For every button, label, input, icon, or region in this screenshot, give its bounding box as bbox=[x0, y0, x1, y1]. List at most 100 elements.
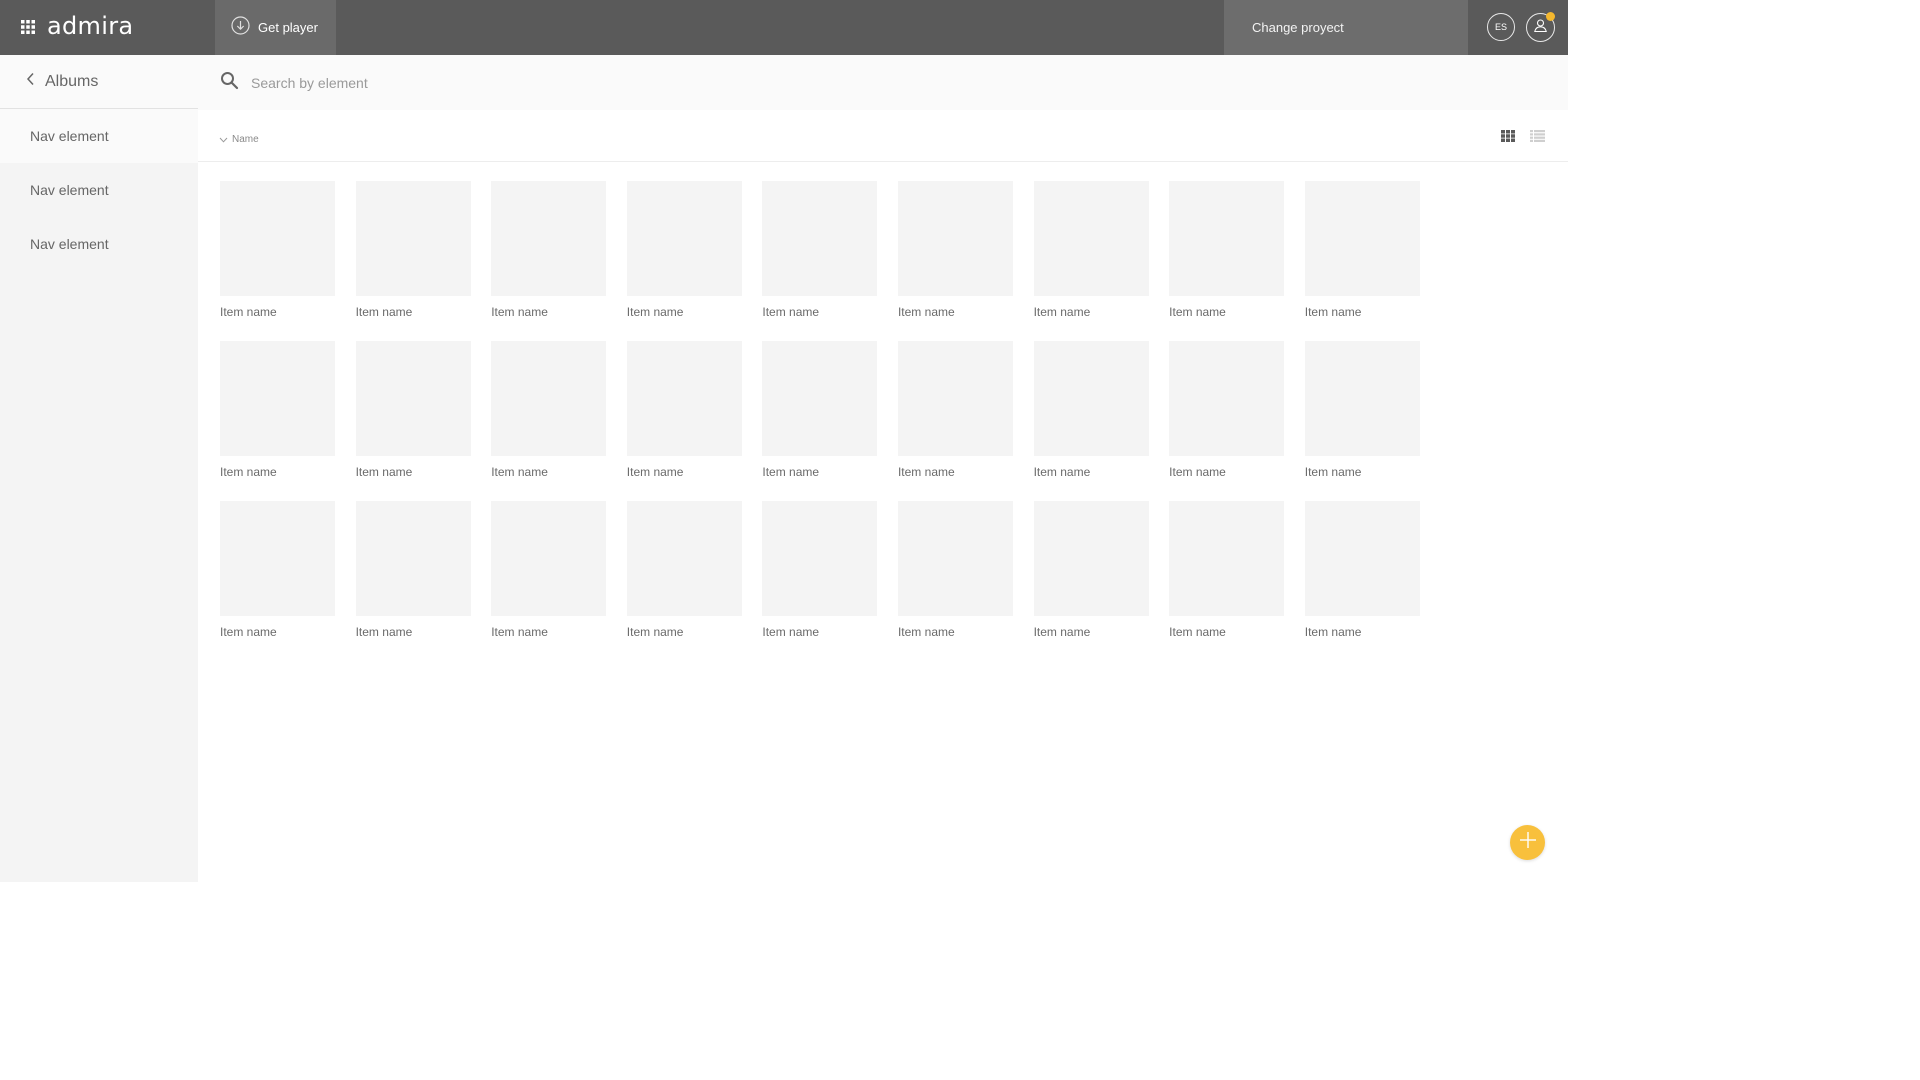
sidebar: Albums Nav element Nav element Nav eleme… bbox=[0, 55, 198, 882]
item-name: Item name bbox=[762, 305, 820, 319]
item-name: Item name bbox=[897, 465, 955, 479]
item-card[interactable]: Item name bbox=[355, 501, 471, 639]
search-input[interactable] bbox=[249, 73, 849, 92]
app-logo[interactable]: admira bbox=[47, 10, 133, 42]
item-card[interactable]: Item name bbox=[626, 181, 742, 319]
item-card[interactable]: Item name bbox=[491, 501, 607, 639]
item-thumbnail[interactable] bbox=[1169, 501, 1285, 616]
item-card[interactable]: Item name bbox=[897, 341, 1013, 479]
item-thumbnail[interactable] bbox=[897, 341, 1013, 456]
item-name: Item name bbox=[1033, 305, 1091, 319]
item-name: Item name bbox=[355, 625, 413, 639]
item-name: Item name bbox=[220, 305, 277, 319]
sort-by-name-button[interactable]: Name bbox=[219, 130, 259, 148]
search-bar bbox=[198, 55, 1568, 110]
item-card[interactable]: Item name bbox=[491, 341, 607, 479]
back-label: Albums bbox=[45, 72, 99, 90]
item-card[interactable]: Item name bbox=[897, 501, 1013, 639]
item-card[interactable]: Item name bbox=[1169, 341, 1285, 479]
item-thumbnail[interactable] bbox=[1033, 501, 1149, 616]
item-name: Item name bbox=[1033, 465, 1091, 479]
item-thumbnail[interactable] bbox=[491, 501, 607, 616]
notification-dot bbox=[1546, 12, 1555, 21]
item-thumbnail[interactable] bbox=[355, 181, 471, 296]
item-card[interactable]: Item name bbox=[1304, 181, 1420, 319]
item-name: Item name bbox=[491, 305, 548, 319]
item-thumbnail[interactable] bbox=[1304, 341, 1420, 456]
item-name: Item name bbox=[1304, 625, 1362, 639]
item-name: Item name bbox=[1169, 625, 1226, 639]
item-name: Item name bbox=[1169, 305, 1226, 319]
item-thumbnail[interactable] bbox=[626, 501, 742, 616]
item-thumbnail[interactable] bbox=[491, 181, 607, 296]
item-name: Item name bbox=[355, 465, 413, 479]
item-card[interactable]: Item name bbox=[762, 341, 878, 479]
item-name: Item name bbox=[897, 625, 955, 639]
item-card[interactable]: Item name bbox=[491, 181, 607, 319]
plus-icon bbox=[1519, 831, 1537, 854]
item-card[interactable]: Item name bbox=[626, 341, 742, 479]
item-name: Item name bbox=[220, 625, 277, 639]
user-icon bbox=[1533, 18, 1548, 38]
item-thumbnail[interactable] bbox=[220, 341, 335, 456]
item-name: Item name bbox=[626, 465, 684, 479]
item-thumbnail[interactable] bbox=[1033, 181, 1149, 296]
list-view-icon[interactable] bbox=[1530, 129, 1545, 142]
chevron-down-icon bbox=[219, 130, 228, 148]
item-card[interactable]: Item name bbox=[355, 341, 471, 479]
item-card[interactable]: Item name bbox=[762, 501, 878, 639]
item-thumbnail[interactable] bbox=[220, 501, 335, 616]
back-to-albums[interactable]: Albums bbox=[0, 55, 198, 109]
item-thumbnail[interactable] bbox=[1304, 501, 1420, 616]
item-name: Item name bbox=[1169, 465, 1226, 479]
language-button[interactable]: ES bbox=[1487, 13, 1515, 41]
item-card[interactable]: Item name bbox=[1169, 181, 1285, 319]
item-thumbnail[interactable] bbox=[762, 181, 878, 296]
item-grid: Item name Item name Item name Item name Item… bbox=[220, 181, 1420, 639]
item-card[interactable]: Item name bbox=[355, 181, 471, 319]
nav-item[interactable]: Nav element bbox=[0, 163, 198, 217]
item-card[interactable]: Item name bbox=[220, 341, 335, 479]
item-card[interactable]: Item name bbox=[1304, 341, 1420, 479]
download-circle-icon bbox=[231, 15, 250, 40]
item-card[interactable]: Item name bbox=[1033, 341, 1149, 479]
item-name: Item name bbox=[1304, 465, 1362, 479]
nav-item[interactable]: Nav element bbox=[0, 217, 198, 271]
get-player-label: Get player bbox=[258, 20, 318, 35]
change-project-button[interactable]: Change proyect bbox=[1224, 0, 1468, 55]
item-thumbnail[interactable] bbox=[220, 181, 335, 296]
item-thumbnail[interactable] bbox=[626, 341, 742, 456]
item-thumbnail[interactable] bbox=[762, 341, 878, 456]
item-card[interactable]: Item name bbox=[1304, 501, 1420, 639]
item-thumbnail[interactable] bbox=[1304, 181, 1420, 296]
apps-grid-icon[interactable] bbox=[20, 19, 36, 35]
item-thumbnail[interactable] bbox=[491, 341, 607, 456]
item-thumbnail[interactable] bbox=[1169, 181, 1285, 296]
item-name: Item name bbox=[897, 305, 955, 319]
item-thumbnail[interactable] bbox=[897, 181, 1013, 296]
item-card[interactable]: Item name bbox=[220, 181, 335, 319]
grid-view-icon[interactable] bbox=[1501, 129, 1515, 142]
item-card[interactable]: Item name bbox=[762, 181, 878, 319]
get-player-button[interactable]: Get player bbox=[215, 0, 336, 55]
item-card[interactable]: Item name bbox=[220, 501, 335, 639]
item-name: Item name bbox=[762, 625, 820, 639]
item-thumbnail[interactable] bbox=[897, 501, 1013, 616]
item-thumbnail[interactable] bbox=[1169, 341, 1285, 456]
chevron-left-icon bbox=[26, 72, 35, 91]
add-button[interactable] bbox=[1510, 825, 1545, 860]
item-thumbnail[interactable] bbox=[355, 341, 471, 456]
item-name: Item name bbox=[491, 465, 548, 479]
item-thumbnail[interactable] bbox=[1033, 341, 1149, 456]
item-card[interactable]: Item name bbox=[897, 181, 1013, 319]
item-card[interactable]: Item name bbox=[1033, 501, 1149, 639]
item-thumbnail[interactable] bbox=[762, 501, 878, 616]
item-card[interactable]: Item name bbox=[1169, 501, 1285, 639]
item-card[interactable]: Item name bbox=[1033, 181, 1149, 319]
item-card[interactable]: Item name bbox=[626, 501, 742, 639]
search-icon bbox=[220, 71, 239, 95]
item-name: Item name bbox=[1304, 305, 1362, 319]
item-thumbnail[interactable] bbox=[355, 501, 471, 616]
nav-item[interactable]: Nav element bbox=[0, 109, 198, 163]
item-thumbnail[interactable] bbox=[626, 181, 742, 296]
